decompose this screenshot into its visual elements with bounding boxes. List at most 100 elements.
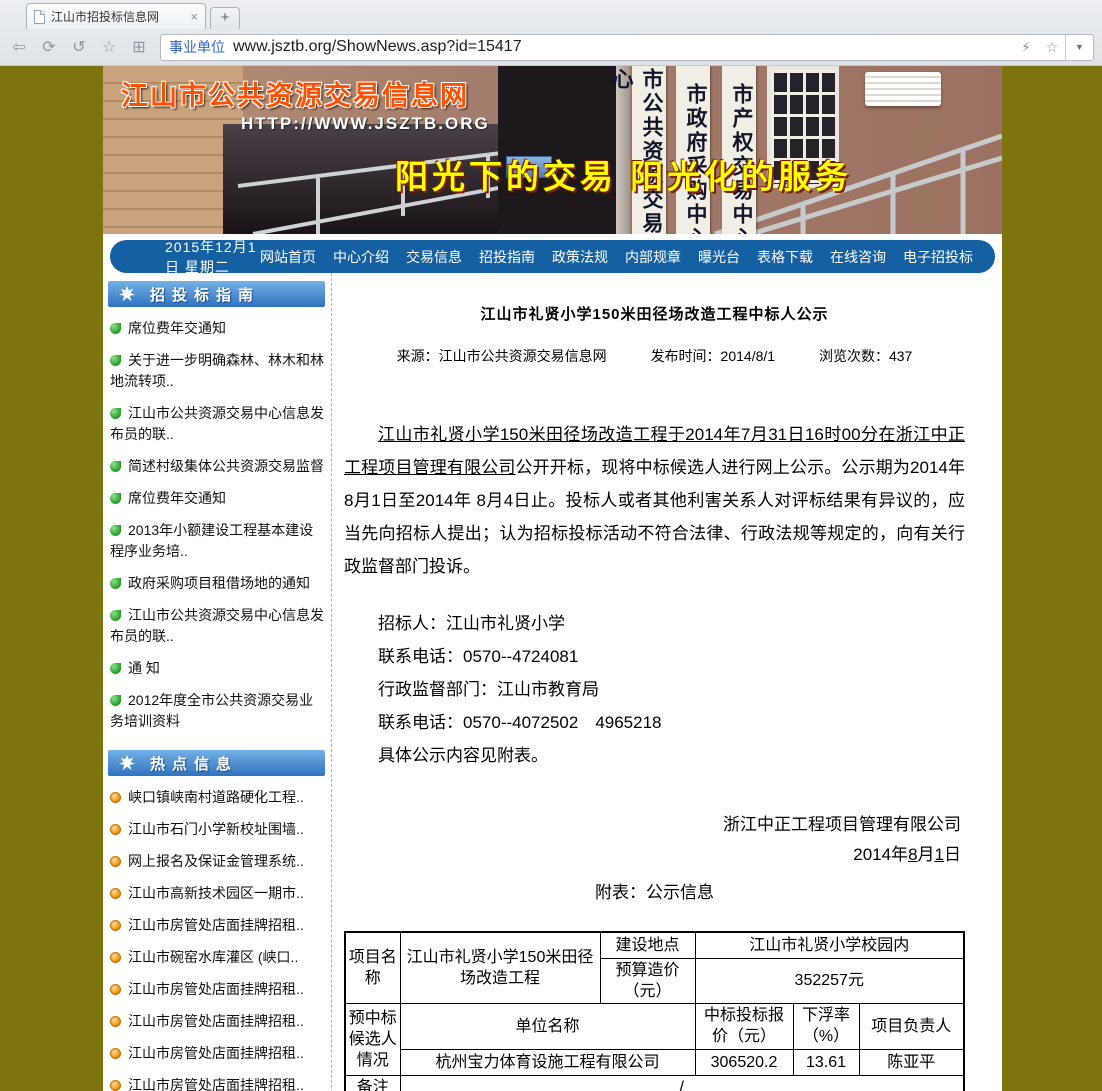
sidebar-item[interactable]: 通 知 [110,658,325,679]
ball-bullet-icon [110,952,121,963]
sidebar-item-label: 江山市碗窑水库灌区 (峡口.. [128,949,298,965]
sidebar-item-label: 简述村级集体公共资源交易监督 [128,458,324,474]
cell-rate-value: 13.61 [793,1049,859,1075]
browser-chrome: 江山市招投标信息网 × + ⇦ ⟳ ↺ ☆ ⊞ 事业单位 www.jsztb.o… [0,0,1102,66]
cell-bid-value: 306520.2 [695,1049,793,1075]
maple-leaf-icon [118,754,136,772]
ball-bullet-icon [110,824,121,835]
article-meta: 来源：江山市公共资源交易信息网 发布时间：2014/8/1 浏览次数：437 [344,346,965,366]
leaf-bullet-icon [110,610,121,621]
cell-location-value: 江山市礼贤小学校园内 [695,932,964,958]
sidebar-item[interactable]: 政府采购项目租借场地的通知 [110,573,325,594]
history-icon[interactable]: ↺ [66,37,92,57]
url-dropdown-icon[interactable]: ▼ [1065,35,1093,60]
cell-note-value: / [400,1075,964,1091]
publicity-table: 项目名称 江山市礼贤小学150米田径场改造工程 建设地点 江山市礼贤小学校园内 … [344,931,965,1091]
cell-candidate-label: 预中标候选人情况 [345,1003,400,1075]
leaf-bullet-icon [110,408,121,419]
sidebar-item-label: 网上报名及保证金管理系统.. [128,853,304,869]
content-area: 2015年12月1日 星期二 网站首页 中心介绍 交易信息 招投指南 政策法规 … [103,234,1002,1091]
sidebar-section-title: 热点信息 [150,753,238,774]
sidebar-item-label: 政府采购项目租借场地的通知 [128,575,310,591]
cell-project-name: 江山市礼贤小学150米田径场改造工程 [400,932,600,1003]
cell-manager-value: 陈亚平 [859,1049,964,1075]
nav-item-policy[interactable]: 政策法规 [552,247,608,267]
ball-bullet-icon [110,1080,121,1091]
nav-item-consult[interactable]: 在线咨询 [830,247,886,267]
attachment-label: 附表：公示信息 [344,878,965,903]
info-line: 联系电话：0570--4724081 [344,640,965,673]
sidebar-item[interactable]: 江山市石门小学新校址围墙.. [110,819,325,840]
sidebar-item-label: 关于进一步明确森林、林木和林地流转项.. [110,352,324,389]
sidebar-item[interactable]: 江山市公共资源交易中心信息发布员的联.. [110,605,325,647]
refresh-icon[interactable]: ⟳ [36,37,62,57]
sidebar-item-label: 江山市房管处店面挂牌招租.. [128,981,304,997]
leaf-bullet-icon [110,323,121,334]
leaf-bullet-icon [110,695,121,706]
nav-item-ebidding[interactable]: 电子招投标 [903,247,973,267]
sidebar-item[interactable]: 江山市公共资源交易中心信息发布员的联.. [110,403,325,445]
sidebar-item[interactable]: 江山市房管处店面挂牌招租.. [110,979,325,1000]
tab-title: 江山市招投标信息网 [51,8,184,25]
apps-grid-icon[interactable]: ⊞ [126,37,152,57]
cell-unit-value: 杭州宝力体育设施工程有限公司 [400,1049,695,1075]
browser-tab[interactable]: 江山市招投标信息网 × [26,3,206,29]
nav-item-home[interactable]: 网站首页 [260,247,316,267]
bookmark-star-icon[interactable]: ☆ [1039,39,1065,56]
cell-manager-header: 项目负责人 [859,1003,964,1049]
sidebar-item[interactable]: 江山市房管处店面挂牌招租.. [110,915,325,936]
sidebar-item[interactable]: 席位费年交通知 [110,318,325,339]
leaf-bullet-icon [110,663,121,674]
site-type-badge[interactable]: 事业单位 [169,37,225,57]
sidebar-section-header-hot: 热点信息 [108,750,325,776]
sidebar-item[interactable]: 关于进一步明确森林、林木和林地流转项.. [110,350,325,392]
sidebar-item[interactable]: 网上报名及保证金管理系统.. [110,851,325,872]
cell-unit-header: 单位名称 [400,1003,695,1049]
maple-leaf-icon [118,285,136,303]
banner-air-conditioner [865,72,941,106]
sidebar: 招投标指南 席位费年交通知 关于进一步明确森林、林木和林地流转项.. 江山市公共… [103,273,332,1091]
cell-budget-label: 预算造价（元） [600,958,695,1003]
sidebar-item[interactable]: 2012年度全市公共资源交易业务培训资料 [110,690,325,732]
nav-item-rules[interactable]: 内部规章 [625,247,681,267]
sidebar-item-label: 江山市公共资源交易中心信息发布员的联.. [110,607,324,644]
leaf-bullet-icon [110,355,121,366]
sidebar-item[interactable]: 江山市房管处店面挂牌招租.. [110,1075,325,1091]
nav-item-bid-guide[interactable]: 招投指南 [479,247,535,267]
new-tab-button[interactable]: + [210,7,240,29]
sidebar-item[interactable]: 简述村级集体公共资源交易监督 [110,456,325,477]
leaf-bullet-icon [110,525,121,536]
sidebar-item[interactable]: 峡口镇峡南村道路硬化工程.. [110,787,325,808]
leaf-bullet-icon [110,461,121,472]
favorite-icon[interactable]: ☆ [96,37,122,57]
address-bar[interactable]: 事业单位 www.jsztb.org/ShowNews.asp?id=15417… [160,34,1094,61]
info-line: 行政监督部门：江山市教育局 [344,673,965,706]
sidebar-item-label: 2013年小额建设工程基本建设程序业务培.. [110,522,313,559]
bolt-icon[interactable]: ⚡ [1013,39,1039,56]
nav-item-downloads[interactable]: 表格下载 [757,247,813,267]
back-icon[interactable]: ⇦ [6,37,32,57]
nav-item-exposure[interactable]: 曝光台 [698,247,740,267]
sidebar-item[interactable]: 2013年小额建设工程基本建设程序业务培.. [110,520,325,562]
sidebar-section-title: 招投标指南 [150,284,260,305]
site-banner: 市公共资源交易中心 市政府采购中心 市产权交易中心 江山市公共资源交易信息网 H… [103,66,1002,234]
tab-close-icon[interactable]: × [190,9,198,24]
sidebar-item[interactable]: 江山市房管处店面挂牌招租.. [110,1043,325,1064]
sidebar-item[interactable]: 江山市高新技术园区一期市.. [110,883,325,904]
url-text[interactable]: www.jsztb.org/ShowNews.asp?id=15417 [233,38,1013,56]
nav-item-about[interactable]: 中心介绍 [333,247,389,267]
article-title: 江山市礼贤小学150米田径场改造工程中标人公示 [344,303,965,324]
sidebar-item-label: 江山市石门小学新校址围墙.. [128,821,304,837]
sidebar-item-label: 江山市公共资源交易中心信息发布员的联.. [110,405,324,442]
nav-item-trade-info[interactable]: 交易信息 [406,247,462,267]
sidebar-item-label: 江山市房管处店面挂牌招租.. [128,1045,304,1061]
leaf-bullet-icon [110,493,121,504]
sidebar-item[interactable]: 江山市房管处店面挂牌招租.. [110,1011,325,1032]
ball-bullet-icon [110,920,121,931]
ball-bullet-icon [110,1048,121,1059]
article-paragraph: 江山市礼贤小学150米田径场改造工程于2014年7月31日16时00分在浙江中正… [344,418,965,583]
page-background: 市公共资源交易中心 市政府采购中心 市产权交易中心 江山市公共资源交易信息网 H… [0,66,1102,1091]
sidebar-section-header-guide: 招投标指南 [108,281,325,307]
sidebar-item[interactable]: 席位费年交通知 [110,488,325,509]
sidebar-item[interactable]: 江山市碗窑水库灌区 (峡口.. [110,947,325,968]
